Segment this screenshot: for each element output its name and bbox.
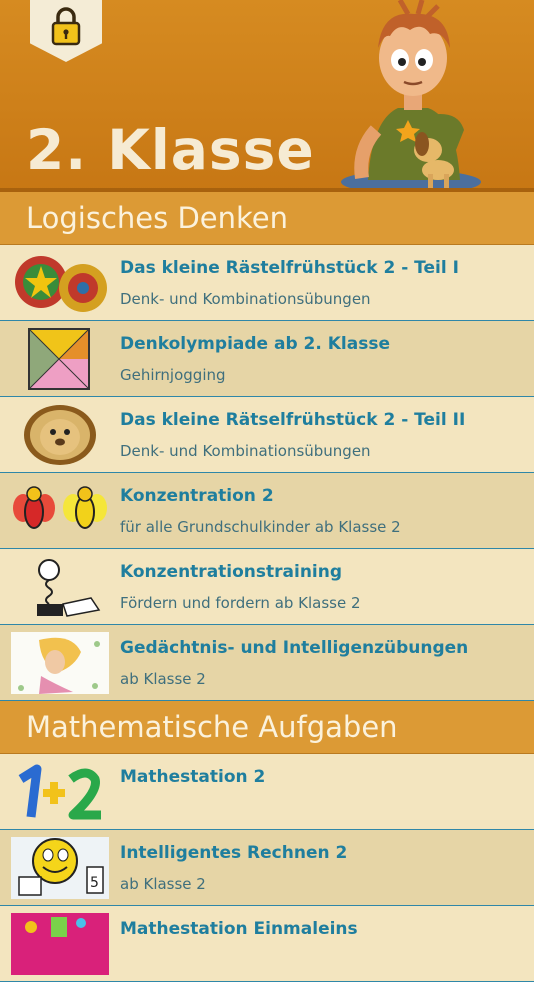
svg-text:5: 5 (90, 875, 99, 891)
item-title: Mathestation Einmaleins (120, 919, 358, 939)
lion-thumbnail (24, 405, 96, 465)
item-title: Konzentration 2 (120, 486, 274, 506)
lock-button[interactable] (30, 0, 102, 62)
lock-icon (51, 7, 81, 46)
puzzle-wheels-thumbnail (15, 256, 107, 312)
jack-in-box-thumbnail (37, 559, 101, 617)
item-title: Das kleine Rätselfrühstück 2 - Teil II (120, 410, 466, 430)
item-subtitle: Denk- und Kombinationsübungen (120, 290, 371, 308)
bees-thumbnail (13, 486, 107, 529)
item-subtitle: Gehirnjogging (120, 366, 226, 384)
girl-thumbnail (11, 632, 109, 694)
list-item[interactable]: Konzentrationstraining Fördern und forde… (0, 549, 534, 625)
header: 2. Klasse (0, 0, 534, 192)
item-title: Konzentrationstraining (120, 562, 343, 582)
item-subtitle: Denk- und Kombinationsübungen (120, 442, 371, 460)
list-item[interactable]: Gedächtnis- und Intelligenzübungen ab Kl… (0, 625, 534, 701)
item-title: Mathestation 2 (120, 767, 266, 787)
list-item[interactable]: Konzentration 2 für alle Grundschulkinde… (0, 473, 534, 549)
item-title: Intelligentes Rechnen 2 (120, 843, 348, 863)
header-divider (0, 188, 534, 192)
list-item[interactable]: Mathestation Einmaleins (0, 906, 534, 982)
item-title: Das kleine Rästelfrühstück 2 - Teil I (120, 258, 459, 278)
list-item[interactable]: Denkolympiade ab 2. Klasse Gehirnjogging (0, 321, 534, 397)
list-item[interactable]: Das kleine Rästelfrühstück 2 - Teil I De… (0, 245, 534, 321)
page-title: 2. Klasse (26, 118, 315, 182)
section-header-logic: Logisches Denken (0, 192, 534, 245)
list-item[interactable]: Das kleine Rätselfrühstück 2 - Teil II D… (0, 397, 534, 473)
item-subtitle: ab Klasse 2 (120, 875, 206, 893)
item-subtitle: für alle Grundschulkinder ab Klasse 2 (120, 518, 401, 536)
multiplication-thumbnail (11, 913, 109, 975)
item-subtitle: ab Klasse 2 (120, 670, 206, 688)
item-subtitle: Fördern und fordern ab Klasse 2 (120, 594, 361, 612)
boy-with-dog-illustration (341, 0, 481, 192)
list-item[interactable]: 5 Intelligentes Rechnen 2 ab Klasse 2 (0, 830, 534, 906)
tangram-thumbnail (28, 328, 90, 390)
item-title: Denkolympiade ab 2. Klasse (120, 334, 390, 354)
section-header-math: Mathematische Aufgaben (0, 701, 534, 754)
item-title: Gedächtnis- und Intelligenzübungen (120, 638, 469, 658)
list-item[interactable]: Mathestation 2 (0, 754, 534, 830)
one-plus-two-thumbnail (18, 764, 101, 820)
smiley-dice-thumbnail: 5 (11, 837, 109, 899)
